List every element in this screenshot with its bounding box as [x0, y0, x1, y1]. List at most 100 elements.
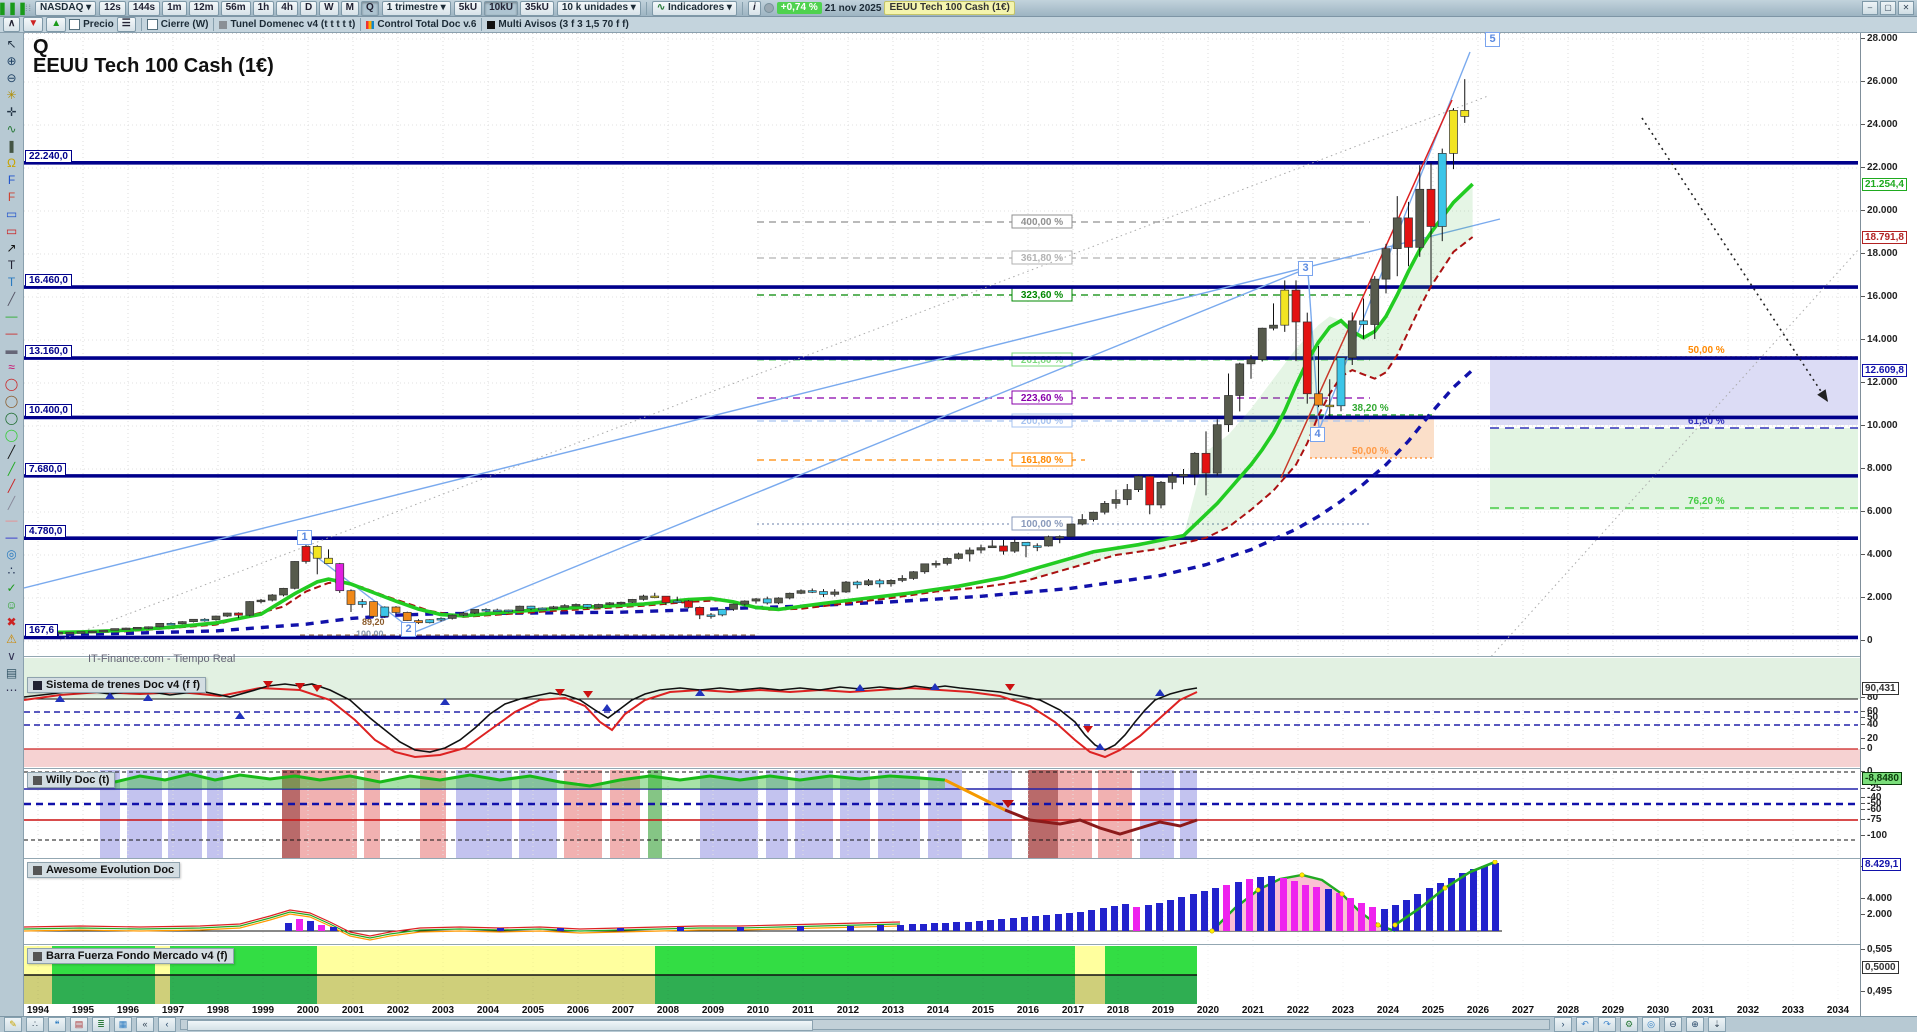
ellipse-red-icon[interactable]: ◯	[2, 375, 21, 392]
arrow-icon[interactable]: ↗	[2, 239, 21, 256]
more-icon[interactable]: ⋯	[2, 681, 21, 698]
ellipse-brown-icon[interactable]: ◯	[2, 392, 21, 409]
zoom-out-icon[interactable]: ⊖	[1664, 1017, 1682, 1032]
timeframe-button-12m[interactable]: 12m	[189, 1, 219, 16]
panel-willy-canvas[interactable]	[24, 770, 1860, 858]
maximize-button[interactable]: ▢	[1880, 1, 1896, 15]
horizontal-scrollbar[interactable]	[180, 1019, 1550, 1030]
control-total-chip[interactable]: Control Total Doc v.6	[366, 19, 476, 30]
market-selector[interactable]: NASDAQ ▾	[35, 1, 96, 16]
line-black-icon[interactable]: ╱	[2, 443, 21, 460]
chevron-down-icon[interactable]: ∨	[2, 647, 21, 664]
zoom-in-icon[interactable]: ⊕	[2, 52, 21, 69]
indicators-button[interactable]: ∿ Indicadores ▾	[652, 1, 737, 16]
panel-header-awesome[interactable]: Awesome Evolution Doc	[27, 862, 180, 878]
hline-red-icon[interactable]: —	[2, 324, 21, 341]
zoom-in-icon[interactable]: ⊕	[1686, 1017, 1704, 1032]
timeframe-button-1m[interactable]: 1m	[162, 1, 186, 16]
zoom-fit-icon[interactable]: ◎	[1642, 1017, 1660, 1032]
panel-barra-fuerza-canvas[interactable]	[24, 946, 1860, 1005]
close-button[interactable]: ✕	[1898, 1, 1914, 15]
rect-blue-icon[interactable]: ▭	[2, 205, 21, 222]
price-level-tag[interactable]: 10.400,0	[25, 404, 72, 417]
line-blue-icon[interactable]: —	[2, 528, 21, 545]
cierre-checkbox[interactable]	[147, 19, 158, 30]
timeframe-button-144s[interactable]: 144s	[128, 1, 160, 16]
price-up-icon[interactable]: ▲	[46, 17, 66, 32]
timeframe-button-56m[interactable]: 56m	[221, 1, 251, 16]
tunel-domenec-chip[interactable]: Tunel Domenec v4 (t t t t t)	[219, 19, 355, 30]
zoom-out-icon[interactable]: ⊖	[2, 69, 21, 86]
chart-doc-icon[interactable]: ▦	[114, 1017, 132, 1032]
price-level-tag[interactable]: 16.460,0	[25, 274, 72, 287]
price-down-icon[interactable]: ▼	[23, 17, 43, 32]
info-button[interactable]: i	[748, 1, 761, 16]
panel-awesome-canvas[interactable]	[24, 860, 1860, 944]
crosshair-icon[interactable]: ✛	[2, 103, 21, 120]
alarm-bell-icon[interactable]: Ω	[2, 154, 21, 171]
unit-button-5kU[interactable]: 5kU	[454, 1, 482, 16]
timeframe-button-Q[interactable]: Q	[361, 1, 379, 16]
panel-separator[interactable]	[24, 768, 1917, 769]
panel-separator[interactable]	[24, 656, 1917, 657]
target-icon[interactable]: ◎	[2, 545, 21, 562]
line-green-icon[interactable]: ╱	[2, 460, 21, 477]
thumbs-up-icon[interactable]: ☺	[2, 596, 21, 613]
line-pink-icon[interactable]: —	[2, 511, 21, 528]
panel-header-willy[interactable]: Willy Doc (t)	[27, 772, 115, 788]
text-icon[interactable]: T	[2, 256, 21, 273]
cursor-icon[interactable]: ↖	[2, 35, 21, 52]
scatter-icon[interactable]: ∴	[2, 562, 21, 579]
toolbar-grip[interactable]: ⁞⁞	[25, 3, 32, 13]
price-axis[interactable]: 28.00026.00024.00022.00020.00018.00016.0…	[1860, 33, 1917, 1016]
timeframe-button-1h[interactable]: 1h	[253, 1, 275, 16]
compare-icon[interactable]: ≣	[92, 1017, 110, 1032]
warning-icon[interactable]: ⚠	[2, 630, 21, 647]
settings-wrench-icon[interactable]: ⚙	[1620, 1017, 1638, 1032]
fib-retracement-icon[interactable]: F	[2, 171, 21, 188]
timeframe-button-12s[interactable]: 12s	[99, 1, 126, 16]
timeframe-button-W[interactable]: W	[319, 1, 338, 16]
minimize-button[interactable]: –	[1862, 1, 1878, 15]
news-icon[interactable]: ▤	[70, 1017, 88, 1032]
candlestick-icon[interactable]: ❚	[2, 137, 21, 154]
scroll-right-button[interactable]: ›	[1554, 1017, 1572, 1032]
scroll-left-button[interactable]: ‹	[158, 1017, 176, 1032]
unit-button-10kU[interactable]: 10kU	[484, 1, 518, 16]
unit-selector[interactable]: 10 k unidades ▾	[557, 1, 641, 16]
ellipse-darkgreen-icon[interactable]: ◯	[2, 409, 21, 426]
undo-icon[interactable]: ↶	[1576, 1017, 1594, 1032]
note-icon[interactable]: ▤	[2, 664, 21, 681]
scrollbar-thumb[interactable]	[187, 1020, 813, 1031]
indicator-wave-icon[interactable]: ∿	[2, 120, 21, 137]
callout-icon[interactable]: T	[2, 273, 21, 290]
panel-separator[interactable]	[24, 858, 1917, 859]
check-icon[interactable]: ✓	[2, 579, 21, 596]
timeframe-button-D[interactable]: D	[300, 1, 317, 16]
wave-marker-2[interactable]: 2	[401, 622, 416, 637]
fib-projection-icon[interactable]: F	[2, 188, 21, 205]
hline-green-icon[interactable]: —	[2, 307, 21, 324]
multi-avisos-chip[interactable]: Multi Avisos (3 f 3 1,5 70 f f)	[487, 19, 628, 30]
list-icon[interactable]: ☰	[117, 17, 136, 32]
wave-marker-5[interactable]: 5	[1485, 32, 1500, 47]
price-level-tag[interactable]: 167,6	[25, 624, 58, 637]
rect-red-icon[interactable]: ▭	[2, 222, 21, 239]
measure-icon[interactable]: ╱	[2, 290, 21, 307]
zigzag-icon[interactable]: ≈	[2, 358, 21, 375]
time-axis[interactable]: 1994199519961997199819992000200120022003…	[24, 1005, 1860, 1016]
line-gray-icon[interactable]: ╱	[2, 494, 21, 511]
share-icon[interactable]: ∴	[26, 1017, 44, 1032]
main-chart-canvas[interactable]: 50,00 %61,80 %76,20 %38,20 %50,00 %400,0…	[24, 33, 1860, 656]
collapse-toolbar-button[interactable]: ∧	[3, 17, 20, 32]
collapse-left-icon[interactable]: «	[136, 1017, 154, 1032]
price-level-tag[interactable]: 13.160,0	[25, 345, 72, 358]
wave-marker-3[interactable]: 3	[1298, 261, 1313, 276]
price-level-tag[interactable]: 4.780,0	[25, 525, 66, 538]
panel-separator[interactable]	[24, 944, 1917, 945]
redo-icon[interactable]: ↷	[1598, 1017, 1616, 1032]
line-red-icon[interactable]: ╱	[2, 477, 21, 494]
panel-header-barra-fuerza[interactable]: Barra Fuerza Fondo Mercado v4 (f)	[27, 948, 234, 964]
price-level-tag[interactable]: 22.240,0	[25, 150, 72, 163]
ruler-icon[interactable]: ▬	[2, 341, 21, 358]
